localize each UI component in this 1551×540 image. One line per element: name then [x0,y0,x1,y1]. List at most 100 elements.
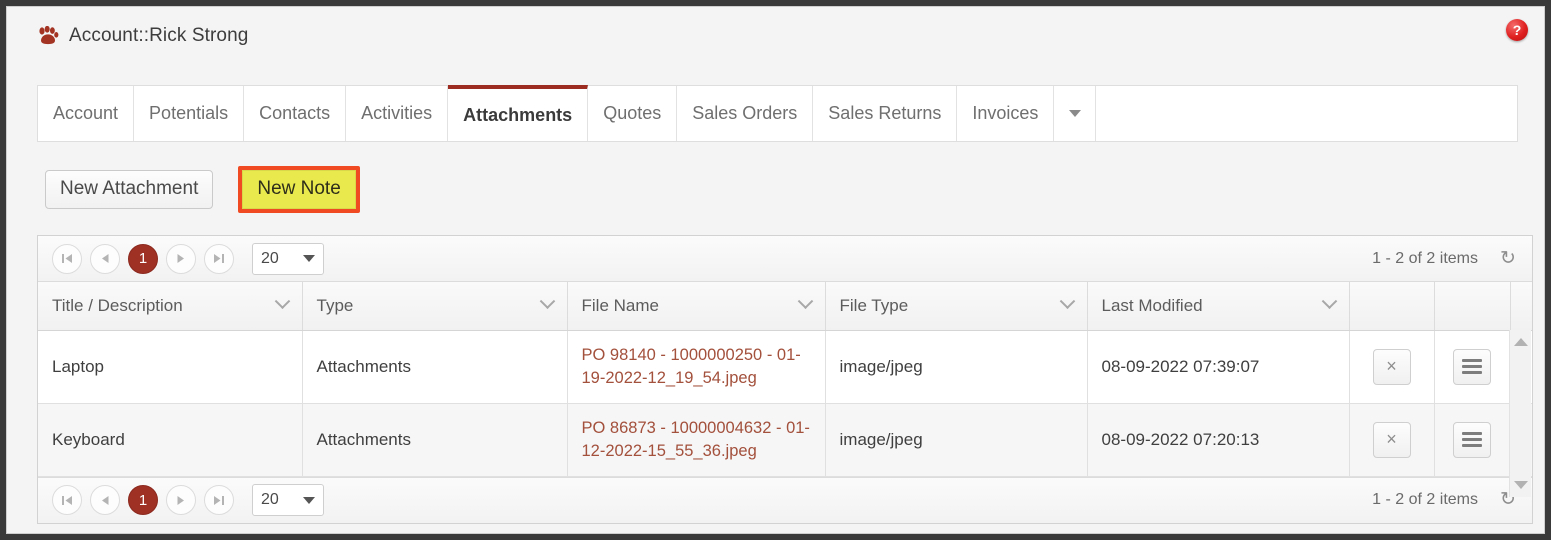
row-menu-button[interactable] [1453,348,1491,385]
row-menu-button[interactable] [1453,421,1491,458]
cell-type: Attachments [302,330,568,404]
chevron-down-icon [1321,293,1337,310]
first-page-button[interactable] [52,243,82,274]
tab-label: Sales Orders [692,103,798,123]
file-name-link[interactable]: PO 86873 - 10000004632 - 01-12-2022-15_5… [582,419,810,459]
record-header: Account::Rick Strong [7,7,1544,65]
tab-invoices[interactable]: Invoices [957,86,1055,141]
tab-bar: Account Potentials Contacts Activities A… [37,85,1518,142]
tab-attachments[interactable]: Attachments [448,85,589,141]
cell-delete: × [1349,330,1435,404]
prev-page-button[interactable] [90,243,120,274]
tab-label: Potentials [149,103,229,123]
first-page-button[interactable] [52,485,82,515]
attachments-table: Title / Description Type File Name File … [38,282,1532,477]
table-row[interactable]: Keyboard Attachments PO 86873 - 10000004… [38,403,1532,477]
tab-label: Contacts [259,103,331,123]
refresh-icon[interactable]: ↻ [1500,249,1520,269]
tab-quotes[interactable]: Quotes [588,86,678,141]
last-page-button[interactable] [204,485,234,515]
page-frame: Account::Rick Strong ? Account Potential… [6,6,1545,534]
tab-label: Activities [361,103,433,123]
new-note-highlight: New Note [238,166,360,213]
page-size-value: 20 [261,491,279,508]
last-page-button[interactable] [204,243,234,274]
column-label: File Name [581,295,659,315]
delete-row-button[interactable]: × [1372,348,1411,385]
triangle-down-icon [1514,481,1528,489]
current-page-button[interactable]: 1 [128,243,158,274]
column-header-file-name[interactable]: File Name [567,282,826,331]
tab-overflow-button[interactable] [1054,86,1097,141]
page-title: Account::Rick Strong [69,25,249,46]
column-header-delete [1349,282,1435,331]
pager-top: 1 20 1 - 2 of 2 items ↻ [38,236,1532,282]
cell-actions [1434,330,1511,404]
chevron-down-icon [303,496,315,504]
column-header-file-type[interactable]: File Type [825,282,1088,331]
cell-file-type: image/jpeg [825,403,1088,477]
chevron-down-icon [274,293,290,310]
cell-delete: × [1349,403,1435,477]
action-bar: New Attachment New Note [45,166,360,213]
column-header-scroll [1510,282,1532,331]
tab-activities[interactable]: Activities [346,86,449,141]
tab-label: Account [53,103,119,123]
column-label: File Type [839,295,909,315]
tab-account[interactable]: Account [38,86,135,141]
hamburger-icon [1462,429,1482,450]
column-label: Last Modified [1101,295,1203,315]
hamburger-icon [1462,356,1482,377]
tab-label: Sales Returns [828,103,942,123]
chevron-down-icon [1068,110,1081,117]
chevron-down-icon [539,293,555,310]
tab-sales-orders[interactable]: Sales Orders [677,86,814,141]
table-header-row: Title / Description Type File Name File … [38,282,1532,331]
help-icon[interactable]: ? [1506,19,1528,41]
tab-sales-returns[interactable]: Sales Returns [813,86,958,141]
chevron-down-icon [797,293,813,310]
current-page-button[interactable]: 1 [128,485,158,515]
cell-actions [1434,403,1511,477]
cell-file-name: PO 86873 - 10000004632 - 01-12-2022-15_5… [567,403,826,477]
page-size-value: 20 [261,249,279,267]
tab-label: Attachments [463,104,573,125]
prev-page-button[interactable] [90,485,120,515]
triangle-up-icon [1514,338,1528,346]
tab-label: Quotes [603,103,662,123]
cell-title: Keyboard [38,403,303,477]
column-header-actions [1434,282,1511,331]
chevron-down-icon [303,255,315,262]
pager-bottom: 1 20 1 - 2 of 2 items ↻ [38,476,1532,523]
delete-row-button[interactable]: × [1372,421,1411,458]
column-header-last-modified[interactable]: Last Modified [1087,282,1350,331]
tab-potentials[interactable]: Potentials [134,86,245,141]
table-row[interactable]: Laptop Attachments PO 98140 - 1000000250… [38,330,1532,404]
new-note-button[interactable]: New Note [242,170,356,209]
page-size-select[interactable]: 20 [252,484,324,516]
tab-label: Invoices [972,103,1039,123]
paw-icon [37,26,59,46]
attachments-grid: 1 20 1 - 2 of 2 items ↻ Title / Descript… [37,235,1533,524]
cell-last-modified: 08-09-2022 07:20:13 [1087,403,1350,477]
column-header-type[interactable]: Type [302,282,568,331]
file-name-link[interactable]: PO 98140 - 1000000250 - 01-19-2022-12_19… [582,346,801,386]
screenshot-viewport: Account::Rick Strong ? Account Potential… [0,0,1551,540]
pager-items-info: 1 - 2 of 2 items [1372,249,1478,267]
chevron-down-icon [1059,293,1075,310]
next-page-button[interactable] [166,485,196,515]
tab-contacts[interactable]: Contacts [244,86,347,141]
new-attachment-button[interactable]: New Attachment [45,170,214,209]
scroll-up-arrow[interactable] [1510,332,1532,352]
cell-title: Laptop [38,330,303,404]
pager-items-info: 1 - 2 of 2 items [1372,491,1478,508]
page-size-select[interactable]: 20 [252,242,324,275]
grid-scrollbar[interactable] [1509,330,1531,497]
tab-bar-filler [1096,86,1517,141]
column-header-title[interactable]: Title / Description [38,282,303,331]
cell-file-name: PO 98140 - 1000000250 - 01-19-2022-12_19… [567,330,826,404]
cell-file-type: image/jpeg [825,330,1088,404]
scroll-down-arrow[interactable] [1510,475,1532,495]
next-page-button[interactable] [166,243,196,274]
column-label: Title / Description [52,295,183,315]
